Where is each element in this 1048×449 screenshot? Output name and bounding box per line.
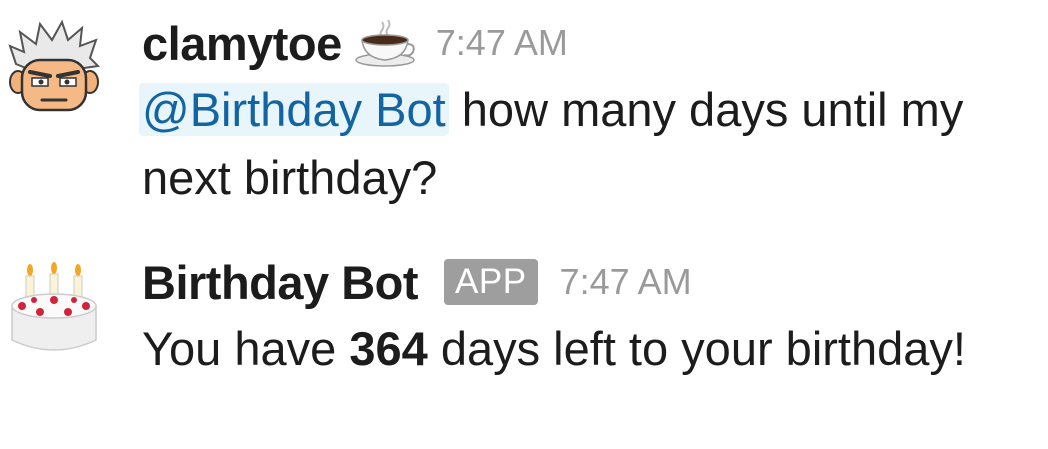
- username[interactable]: clamytoe: [142, 16, 342, 71]
- birthday-cake-icon: [11, 262, 97, 351]
- user-avatar[interactable]: [6, 16, 102, 116]
- bot-avatar[interactable]: [6, 256, 102, 356]
- message-content: Birthday Bot APP 7:47 AM You have 364 da…: [142, 240, 1028, 383]
- message-header: clamytoe 7:47 AM: [142, 10, 1028, 76]
- coffee-cup-icon[interactable]: [354, 18, 416, 68]
- days-count: 364: [349, 322, 428, 375]
- message-text-part: days left to your birthday!: [427, 322, 966, 375]
- user-mention[interactable]: @Birthday Bot: [139, 83, 449, 136]
- message-text: You have 364 days left to your birthday!: [142, 315, 1002, 383]
- message-timestamp[interactable]: 7:47 AM: [560, 261, 692, 303]
- message-content: clamytoe 7:47 AM @Birthday Bot how many …: [139, 0, 1028, 212]
- app-badge: APP: [444, 259, 538, 305]
- message-item: clamytoe 7:47 AM @Birthday Bot how many …: [0, 0, 1048, 225]
- message-text-part: You have: [142, 322, 350, 375]
- avatar-face-icon: [8, 19, 101, 112]
- message-item: Birthday Bot APP 7:47 AM You have 364 da…: [0, 240, 1048, 449]
- message-header: Birthday Bot APP 7:47 AM: [142, 249, 1028, 315]
- message-timestamp[interactable]: 7:47 AM: [436, 22, 568, 64]
- username[interactable]: Birthday Bot: [142, 255, 419, 310]
- message-text: @Birthday Bot how many days until my nex…: [139, 76, 1002, 212]
